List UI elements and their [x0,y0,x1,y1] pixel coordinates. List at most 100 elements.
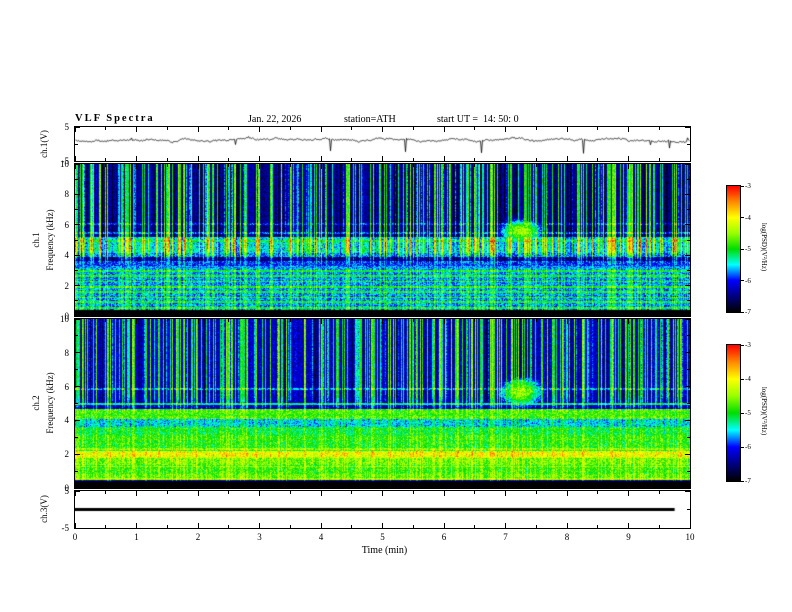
tick-mark [687,470,690,472]
tick-mark [685,319,690,320]
tick-mark [535,313,537,316]
tick-mark [136,156,137,161]
tick-mark [105,485,107,488]
tick-mark [75,254,80,256]
tick-mark [741,280,744,281]
tick-mark [105,158,107,161]
tick-mark [351,158,353,161]
tick-mark [75,127,80,128]
tick-mark [687,178,690,180]
y-tick-label: 8 [64,189,70,200]
tick-mark [382,483,383,488]
colorbar-tick-label: -6 [745,443,751,451]
tick-mark [741,344,744,346]
y-tick-label: 8 [64,347,70,358]
tick-mark [412,319,414,322]
colorbar-ch1 [726,185,741,313]
tick-mark [658,313,660,316]
tick-mark [628,156,629,161]
tick-mark [289,525,291,528]
station-label: station=ATH [344,114,396,125]
tick-mark [105,525,107,528]
tick-mark [228,127,230,130]
tick-mark [289,164,291,167]
tick-mark [658,485,660,488]
tick-mark [289,319,291,322]
tick-mark [259,491,260,496]
tick-mark [685,193,690,195]
tick-mark [382,311,383,316]
tick-mark [351,485,353,488]
tick-mark [685,254,690,256]
tick-mark [566,156,568,161]
tick-mark [166,127,168,130]
tick-mark [382,164,383,169]
tick-mark [75,193,80,195]
tick-mark [320,156,322,161]
tick-mark [166,164,168,167]
tick-mark [197,311,199,316]
tick-mark [136,483,137,488]
x-axis-title: Time (min) [361,545,408,556]
colorbar-ch2 [726,344,741,482]
tick-mark [566,311,568,316]
tick-mark [75,239,78,241]
tick-mark [687,509,690,510]
tick-mark [320,491,322,496]
tick-mark [685,453,690,455]
tick-mark [75,352,80,354]
x-tick-label: 7 [503,532,508,542]
tick-mark [597,164,599,167]
tick-mark [685,224,690,226]
tick-mark [412,164,414,167]
tick-mark [685,491,690,492]
tick-mark [259,127,260,132]
colorbar-tick-label: -4 [745,213,751,222]
tick-mark [289,158,291,161]
tick-mark [351,491,353,494]
y-tick-label: 5 [64,486,70,496]
tick-mark [566,319,568,324]
y-tick-label: -5 [61,523,70,533]
x-tick-label: 1 [134,532,139,542]
tick-mark [105,313,107,316]
tick-mark [689,491,690,496]
tick-mark [535,164,537,167]
x-tick-label: 5 [380,532,385,542]
tick-mark [75,178,78,180]
tick-mark [75,224,80,226]
tick-mark [197,127,199,132]
tick-mark [741,480,744,482]
vlf-spectra-figure: VLF Spectra Jan. 22, 2026 station=ATH st… [0,0,792,612]
tick-mark [75,319,76,324]
tick-mark [474,319,476,322]
tick-mark [685,419,690,421]
tick-mark [105,319,107,322]
tick-mark [75,143,78,145]
tick-mark [228,491,230,494]
tick-mark [136,127,137,132]
tick-mark [443,156,445,161]
y-tick-label: 5 [64,122,70,132]
tick-mark [197,523,199,528]
tick-mark [136,164,137,169]
tick-mark [75,509,78,510]
tick-mark [75,315,80,316]
tick-mark [474,491,476,494]
tick-mark [474,313,476,316]
tick-mark [535,319,537,322]
y-tick-label: 2 [64,449,70,460]
tick-mark [658,127,660,130]
tick-mark [443,491,445,496]
tick-mark [197,156,199,161]
tick-mark [75,269,78,271]
tick-mark [289,127,291,130]
colorbar-tick-label: -3 [745,182,751,190]
tick-mark [75,527,80,528]
tick-mark [75,127,76,132]
tick-mark [105,491,107,494]
colorbar-tick-label: -5 [745,245,751,253]
y-tick-label: 4 [64,250,70,261]
ch2-spectrogram-canvas [75,319,690,488]
tick-mark [443,311,445,316]
